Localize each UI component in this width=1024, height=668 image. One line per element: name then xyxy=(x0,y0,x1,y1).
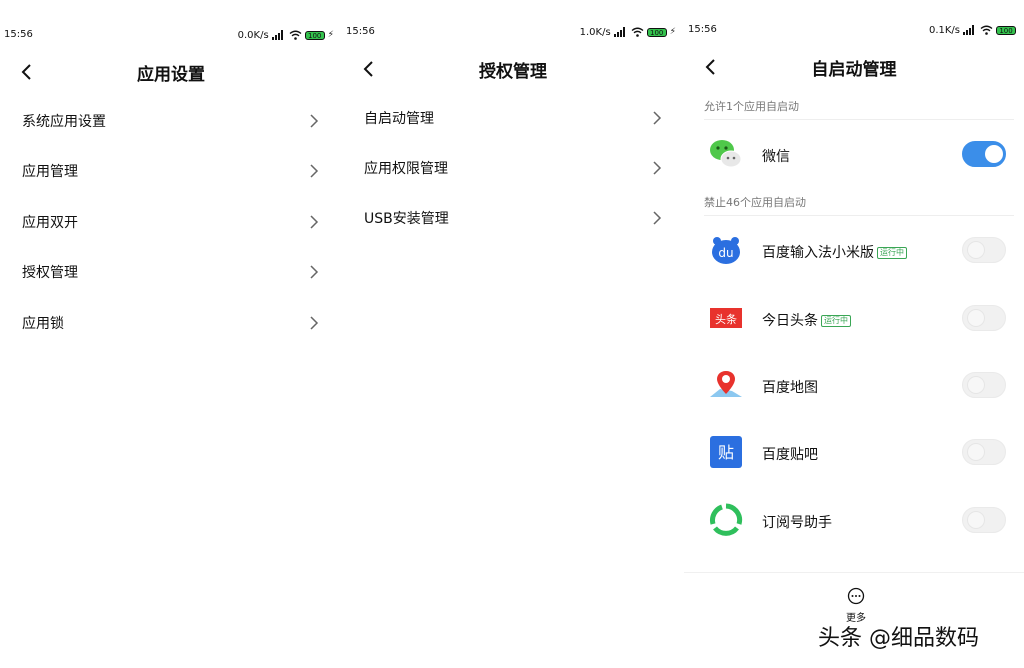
app-name-text: 百度输入法小米版 xyxy=(762,245,874,261)
menu-item-label: 应用双开 xyxy=(22,215,78,231)
allowed-section-header: 允许1个应用自启动 xyxy=(704,100,799,113)
toggle-knob xyxy=(967,511,985,529)
autostart-toggle-baidu-tieba[interactable] xyxy=(962,439,1006,465)
app-name: 订阅号助手 xyxy=(762,515,832,531)
autostart-toggle-subscription-assistant[interactable] xyxy=(962,507,1006,533)
menu-item-label: USB安装管理 xyxy=(364,211,449,227)
menu-item-label: 应用管理 xyxy=(22,164,78,180)
app-row-baidu-tieba: 贴 百度贴吧 xyxy=(684,422,1024,482)
autostart-toggle-toutiao[interactable] xyxy=(962,305,1006,331)
status-time: 15:56 xyxy=(4,29,33,40)
autostart-toggle-wechat[interactable] xyxy=(962,141,1006,167)
app-row-wechat: 微信 xyxy=(684,124,1024,184)
toggle-knob xyxy=(967,376,985,394)
toggle-knob xyxy=(967,241,985,259)
menu-item-app-permissions[interactable]: 应用权限管理 xyxy=(342,144,684,194)
menu-item-system-app-settings[interactable]: 系统应用设置 xyxy=(0,97,342,147)
signal-icon xyxy=(271,30,286,40)
chevron-right-icon xyxy=(653,161,662,175)
status-bar: 15:56 1.0K/s 100 ⚡ xyxy=(342,22,684,42)
page-title: 应用设置 xyxy=(137,65,205,85)
menu-item-autostart-management[interactable]: 自启动管理 xyxy=(342,94,684,144)
menu-item-label: 应用锁 xyxy=(22,316,64,332)
menu-item-label: 应用权限管理 xyxy=(364,161,448,177)
wifi-icon xyxy=(289,30,302,40)
menu-item-dual-apps[interactable]: 应用双开 xyxy=(0,198,342,248)
menu-item-label: 授权管理 xyxy=(22,265,78,281)
battery-icon: 100 xyxy=(996,25,1016,35)
status-bar: 15:56 0.1K/s 100 xyxy=(684,20,1024,40)
baidu-input-icon: du xyxy=(712,237,740,264)
more-dots-icon xyxy=(847,587,865,605)
network-speed: 1.0K/s xyxy=(579,26,611,38)
chevron-right-icon xyxy=(310,164,319,178)
status-time: 15:56 xyxy=(688,24,717,35)
charging-icon: ⚡ xyxy=(669,27,676,37)
app-name: 微信 xyxy=(762,149,790,165)
autostart-management-screen: 15:56 0.1K/s 100 自启动管理 允许1个应用自启动 微信 禁止46… xyxy=(684,0,1024,668)
app-name: 百度输入法小米版 运行中 xyxy=(762,242,907,262)
menu-item-label: 系统应用设置 xyxy=(22,114,106,130)
app-row-baidu-map: 百度地图 xyxy=(684,355,1024,415)
chevron-right-icon xyxy=(310,316,319,330)
menu-item-usb-install-management[interactable]: USB安装管理 xyxy=(342,194,684,244)
nav-header: 应用设置 xyxy=(0,56,342,88)
chevron-right-icon xyxy=(310,114,319,128)
menu-item-label: 自启动管理 xyxy=(364,111,434,127)
chevron-right-icon xyxy=(653,211,662,225)
menu-item-app-lock[interactable]: 应用锁 xyxy=(0,299,342,349)
running-badge: 运行中 xyxy=(821,315,851,327)
baidu-tieba-icon: 贴 xyxy=(710,436,742,468)
chevron-right-icon xyxy=(653,111,662,125)
nav-header: 授权管理 xyxy=(342,53,684,85)
permission-management-screen: 15:56 1.0K/s 100 ⚡ 授权管理 自启动管理 应用权限管理 USB… xyxy=(342,0,684,668)
app-settings-screen: 15:56 0.0K/s 100 ⚡ 应用设置 系统应用设置 应用管理 应用双开… xyxy=(0,0,342,668)
app-row-subscription-assistant: 订阅号助手 xyxy=(684,490,1024,550)
toggle-knob xyxy=(967,309,985,327)
page-title: 授权管理 xyxy=(479,62,547,82)
battery-icon: 100 xyxy=(304,30,325,40)
nav-header: 自启动管理 xyxy=(684,51,1024,83)
app-name: 百度地图 xyxy=(762,380,818,396)
wifi-icon xyxy=(980,25,993,35)
signal-icon xyxy=(963,25,977,35)
subscription-assistant-icon xyxy=(710,503,743,536)
battery-icon: 100 xyxy=(646,27,667,37)
page-title: 自启动管理 xyxy=(811,60,897,80)
divider xyxy=(704,215,1014,216)
signal-icon xyxy=(613,27,628,37)
toggle-knob xyxy=(967,443,985,461)
watermark-text: 头条 @细品数码 xyxy=(818,626,979,651)
autostart-toggle-baidu-input[interactable] xyxy=(962,237,1006,263)
running-badge: 运行中 xyxy=(877,247,907,259)
chevron-right-icon xyxy=(310,265,319,279)
charging-icon: ⚡ xyxy=(327,30,334,40)
wechat-icon xyxy=(710,140,742,168)
autostart-toggle-baidu-map[interactable] xyxy=(962,372,1006,398)
svg-text:贴: 贴 xyxy=(718,443,734,462)
chevron-right-icon xyxy=(310,215,319,229)
svg-text:头条: 头条 xyxy=(715,312,737,326)
blocked-section-header: 禁止46个应用自启动 xyxy=(704,196,806,209)
svg-text:du: du xyxy=(718,246,733,260)
app-name-text: 今日头条 xyxy=(762,313,818,329)
toutiao-icon: 头条 xyxy=(710,308,742,328)
menu-item-app-management[interactable]: 应用管理 xyxy=(0,147,342,197)
app-row-toutiao: 头条 今日头条 运行中 xyxy=(684,288,1024,348)
menu-item-permission-management[interactable]: 授权管理 xyxy=(0,248,342,298)
toggle-knob xyxy=(985,145,1003,163)
more-button[interactable]: 更多 xyxy=(842,587,870,624)
network-speed: 0.0K/s xyxy=(237,29,269,41)
divider xyxy=(704,119,1014,120)
app-row-baidu-input: du 百度输入法小米版 运行中 xyxy=(684,220,1024,280)
app-name: 今日头条 运行中 xyxy=(762,310,851,330)
status-bar: 15:56 0.0K/s 100 ⚡ xyxy=(0,25,342,45)
network-speed: 0.1K/s xyxy=(928,24,960,36)
status-time: 15:56 xyxy=(346,26,375,37)
app-name: 百度贴吧 xyxy=(762,447,818,463)
wifi-icon xyxy=(631,27,644,37)
baidu-map-icon xyxy=(710,371,742,397)
